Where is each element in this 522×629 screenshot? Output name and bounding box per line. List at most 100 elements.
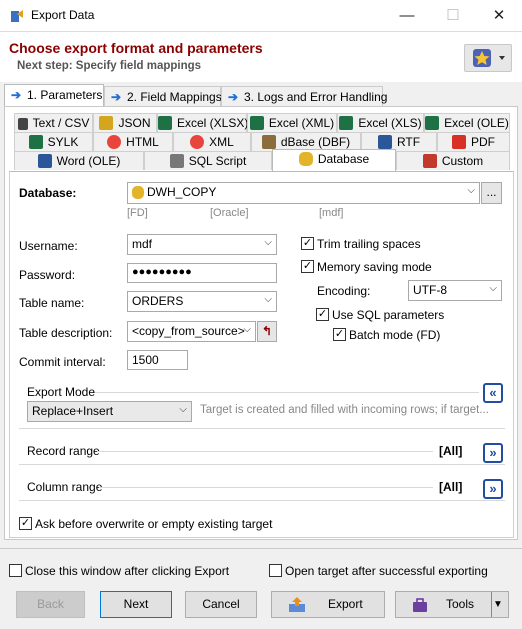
trim-trailing-label: Trim trailing spaces (317, 237, 421, 251)
column-range-title: Column range (27, 480, 103, 494)
commit-interval-field[interactable]: 1500 (127, 350, 188, 370)
chevron-down-icon: ⌵ (264, 237, 272, 248)
tab-sylk[interactable]: SYLK (14, 132, 93, 151)
tab-sql-script[interactable]: SQL Script (144, 151, 272, 170)
password-field[interactable]: ●●●●●●●●● (127, 263, 277, 283)
database-icon (298, 152, 313, 166)
back-button[interactable]: Back (16, 591, 85, 618)
expand-column-range-button[interactable]: » (483, 479, 503, 499)
chevron-down-icon: ⌵ (467, 185, 475, 196)
batch-mode-checkbox[interactable]: ✓ (333, 328, 346, 341)
next-button[interactable]: Next (100, 591, 172, 618)
export-button[interactable]: Export (271, 591, 385, 618)
maximize-button[interactable]: ☐ (430, 0, 476, 32)
table-description-combo[interactable]: <copy_from_source> ⌵ (127, 321, 256, 342)
open-target-label: Open target after successful exporting (285, 564, 488, 578)
page-subtitle: Next step: Specify field mappings (17, 60, 202, 72)
script-icon (169, 154, 184, 168)
chevrons-right-icon: » (489, 481, 497, 496)
record-range-value: [All] (439, 444, 463, 458)
tab-excel-xlsx[interactable]: Excel (XLSX) (157, 113, 248, 132)
title-bar: Export Data — ☐ ✕ (0, 0, 522, 32)
tab-pdf[interactable]: PDF (437, 132, 510, 151)
tab-logs-errors[interactable]: ➔ 3. Logs and Error Handling (221, 86, 387, 107)
window-title: Export Data (31, 8, 95, 22)
ask-overwrite-label: Ask before overwrite or empty existing t… (35, 517, 273, 531)
browse-button[interactable]: ... (481, 182, 502, 204)
encoding-label: Encoding: (317, 284, 371, 298)
chevron-down-icon: ⌵ (179, 404, 187, 415)
commit-interval-label: Commit interval: (19, 355, 106, 369)
database-hint-user: [mdf] (319, 207, 344, 219)
section-divider (19, 428, 505, 429)
browser-icon (107, 135, 122, 149)
close-after-export-label: Close this window after clicking Export (25, 564, 230, 578)
app-icon (9, 8, 25, 24)
chevron-down-icon: ⌵ (243, 324, 251, 335)
section-divider (19, 464, 505, 465)
cancel-button[interactable]: Cancel (185, 591, 257, 618)
excel-icon (28, 135, 43, 149)
close-after-export-checkbox[interactable] (9, 564, 22, 577)
table-description-reset-button[interactable]: ↰ (257, 321, 277, 342)
username-label: Username: (19, 239, 78, 253)
database-hint-type: [Oracle] (210, 207, 249, 219)
trim-trailing-checkbox[interactable]: ✓ (301, 237, 314, 250)
word-icon (377, 135, 392, 149)
table-description-label: Table description: (19, 326, 113, 340)
arrow-right-icon: ➔ (11, 88, 22, 102)
tab-xml[interactable]: XML (173, 132, 251, 151)
json-icon (99, 116, 114, 130)
dbase-icon (261, 135, 276, 149)
tab-html[interactable]: HTML (93, 132, 173, 151)
chevrons-right-icon: » (489, 445, 497, 460)
memory-saving-label: Memory saving mode (317, 260, 432, 274)
excel-icon (158, 116, 172, 130)
toolbox-icon (412, 597, 428, 612)
close-button[interactable]: ✕ (476, 0, 522, 32)
tab-excel-xls[interactable]: Excel (XLS) (337, 113, 424, 132)
pdf-icon (452, 135, 466, 149)
tab-custom[interactable]: Custom (396, 151, 510, 170)
memory-saving-checkbox[interactable]: ✓ (301, 260, 314, 273)
database-select[interactable]: DWH_COPY ⌵ (127, 182, 480, 204)
chevron-down-icon: ⌵ (264, 294, 272, 305)
expand-record-range-button[interactable]: » (483, 443, 503, 463)
arrow-right-icon: ➔ (228, 90, 239, 104)
tools-button[interactable]: Tools ▼ (395, 591, 509, 618)
browser-icon (190, 135, 205, 149)
record-range-title: Record range (27, 444, 100, 458)
export-mode-select[interactable]: Replace+Insert ⌵ (27, 401, 192, 422)
undo-arrow-icon: ↰ (261, 324, 273, 338)
ask-overwrite-checkbox[interactable]: ✓ (19, 517, 32, 530)
tab-parameters[interactable]: ➔ 1. Parameters (4, 84, 104, 108)
tab-json[interactable]: JSON (93, 113, 157, 132)
tools-dropdown-icon[interactable]: ▼ (493, 592, 503, 617)
footer-divider (0, 548, 522, 549)
tab-database[interactable]: Database (272, 149, 396, 171)
table-name-combo[interactable]: ORDERS ⌵ (127, 291, 277, 312)
collapse-export-mode-button[interactable]: « (483, 383, 503, 403)
tab-field-mappings[interactable]: ➔ 2. Field Mappings (104, 86, 222, 107)
column-range-value: [All] (439, 480, 463, 494)
text-file-icon (17, 118, 28, 130)
wizard-header: Choose export format and parameters Next… (0, 32, 522, 82)
favorites-button[interactable] (464, 44, 512, 72)
minimize-button[interactable]: — (384, 0, 430, 32)
encoding-select[interactable]: UTF-8 ⌵ (408, 280, 502, 301)
database-label: Database: (19, 186, 77, 200)
username-combo[interactable]: mdf ⌵ (127, 234, 277, 255)
database-icon (132, 186, 144, 199)
tab-word-ole[interactable]: Word (OLE) (14, 151, 144, 170)
section-divider (97, 451, 433, 452)
tab-text-csv[interactable]: Text / CSV (14, 113, 93, 132)
split-divider (491, 592, 492, 617)
use-sql-params-label: Use SQL parameters (332, 308, 445, 322)
pencil-icon (422, 154, 437, 168)
tab-excel-ole[interactable]: Excel (OLE) (424, 113, 510, 132)
tab-excel-xml[interactable]: Excel (XML) (247, 113, 337, 132)
open-target-checkbox[interactable] (269, 564, 282, 577)
use-sql-params-checkbox[interactable]: ✓ (316, 308, 329, 321)
excel-icon (425, 116, 440, 130)
export-icon (288, 597, 306, 613)
